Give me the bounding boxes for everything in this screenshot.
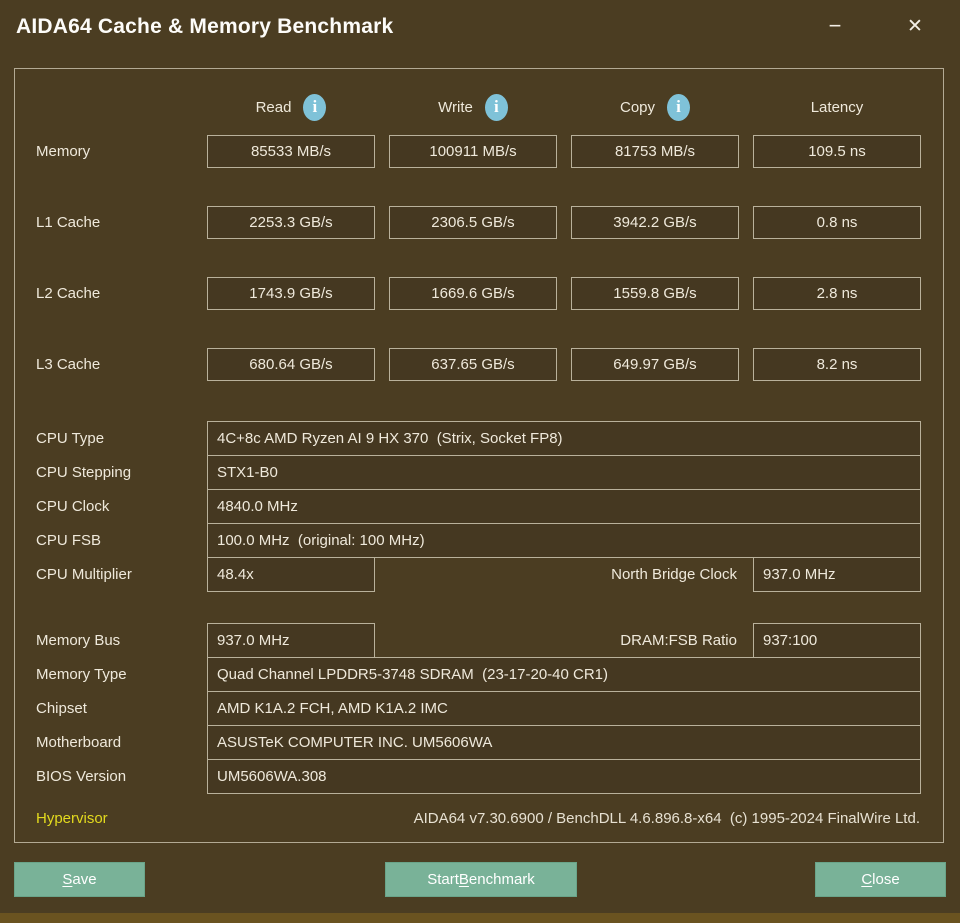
read-info-icon[interactable]: i [303,93,327,121]
column-header-write: Write i [389,93,557,121]
memory-bus-value: 937.0 MHz [207,623,375,658]
row-label-cpu-multiplier: CPU Multiplier [36,566,132,583]
row-label-cpu-stepping: CPU Stepping [36,464,132,481]
window-bottom-edge [0,913,960,923]
l2-write-value: 1669.6 GB/s [389,277,557,310]
memory-type-value: Quad Channel LPDDR5-3748 SDRAM (23-17-20… [207,657,921,692]
north-bridge-clock-label: North Bridge Clock [611,566,737,583]
row-label-memory-bus: Memory Bus [36,632,121,649]
column-header-copy: Copy i [571,93,739,121]
dram-fsb-ratio-value: 937:100 [753,623,921,658]
row-label-cpu-type: CPU Type [36,430,105,447]
l1-read-value: 2253.3 GB/s [207,206,375,239]
l1-copy-value: 3942.2 GB/s [571,206,739,239]
write-info-icon[interactable]: i [484,93,508,121]
close-icon: ✕ [907,15,923,37]
read-column-label: Read [255,98,292,116]
column-header-read: Read i [207,93,375,121]
row-label-chipset: Chipset [36,700,87,717]
l2-latency-value: 2.8 ns [753,277,921,310]
close-dialog-button[interactable]: Close [815,862,946,897]
latency-column-label: Latency [810,98,864,116]
l3-copy-value: 649.97 GB/s [571,348,739,381]
cpu-stepping-value: STX1-B0 [207,455,921,490]
close-button[interactable]: ✕ [893,8,937,44]
memory-copy-value: 81753 MB/s [571,135,739,168]
row-label-bios-version: BIOS Version [36,768,127,785]
row-label-cpu-fsb: CPU FSB [36,532,102,549]
hypervisor-label: Hypervisor [36,809,108,827]
l3-write-value: 637.65 GB/s [389,348,557,381]
copy-info-icon[interactable]: i [667,93,691,121]
copy-column-label: Copy [619,98,656,116]
motherboard-value: ASUSTeK COMPUTER INC. UM5606WA [207,725,921,760]
write-column-label: Write [438,98,473,116]
bios-version-value: UM5606WA.308 [207,759,921,794]
start-benchmark-button[interactable]: Start Benchmark [385,862,577,897]
row-label-memory: Memory [36,143,91,160]
minimize-icon: − [828,13,842,38]
north-bridge-clock-value: 937.0 MHz [753,557,921,592]
l1-latency-value: 0.8 ns [753,206,921,239]
cpu-type-value: 4C+8c AMD Ryzen AI 9 HX 370 (Strix, Sock… [207,421,921,456]
l3-latency-value: 8.2 ns [753,348,921,381]
memory-latency-value: 109.5 ns [753,135,921,168]
memory-write-value: 100911 MB/s [389,135,557,168]
memory-read-value: 85533 MB/s [207,135,375,168]
row-label-l2-cache: L2 Cache [36,285,101,302]
row-label-l3-cache: L3 Cache [36,356,101,373]
cpu-clock-value: 4840.0 MHz [207,489,921,524]
column-header-latency: Latency [753,93,921,121]
l2-copy-value: 1559.8 GB/s [571,277,739,310]
dram-fsb-ratio-label: DRAM:FSB Ratio [620,632,737,649]
cpu-multiplier-value: 48.4x [207,557,375,592]
minimize-button[interactable]: − [813,8,857,44]
l2-read-value: 1743.9 GB/s [207,277,375,310]
l3-read-value: 680.64 GB/s [207,348,375,381]
aida64-benchmark-window: AIDA64 Cache & Memory Benchmark − ✕ Read… [0,0,960,923]
row-label-memory-type: Memory Type [36,666,127,683]
row-label-l1-cache: L1 Cache [36,214,101,231]
cpu-fsb-value: 100.0 MHz (original: 100 MHz) [207,523,921,558]
l1-write-value: 2306.5 GB/s [389,206,557,239]
row-label-motherboard: Motherboard [36,734,122,751]
chipset-value: AMD K1A.2 FCH, AMD K1A.2 IMC [207,691,921,726]
window-title: AIDA64 Cache & Memory Benchmark [16,15,394,38]
row-label-cpu-clock: CPU Clock [36,498,110,515]
save-button[interactable]: Save [14,862,145,897]
version-info: AIDA64 v7.30.6900 / BenchDLL 4.6.896.8-x… [413,809,920,827]
